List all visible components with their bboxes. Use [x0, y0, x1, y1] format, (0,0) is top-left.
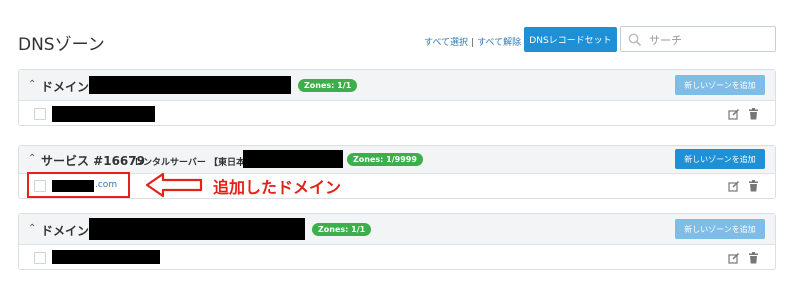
zone-row: .com — [19, 174, 775, 200]
collapse-caret-icon[interactable]: ⌃ — [28, 153, 36, 164]
arrow-left-icon — [145, 172, 203, 202]
search-input[interactable]: サーチ — [649, 32, 682, 48]
dns-record-set-button[interactable]: DNSレコードセット — [524, 27, 617, 52]
zone-row — [19, 245, 775, 271]
add-new-zone-button[interactable]: 新しいゾーンを追加 — [675, 219, 765, 239]
collapse-caret-icon[interactable]: ⌃ — [28, 223, 36, 234]
row-actions — [728, 252, 759, 264]
panel-header[interactable]: ⌃ ドメイン Zones: 1/1 新しいゾーンを追加 — [19, 214, 775, 245]
page-title: DNSゾーン — [18, 35, 105, 55]
redacted-domain-name — [89, 218, 305, 240]
deselect-all-link[interactable]: すべて解除 — [477, 38, 521, 48]
panel-title: サービス #16679 — [41, 154, 145, 168]
zone-row — [19, 101, 775, 127]
zone-panel-service: ⌃ サービス #16679 レンタルサーバー 【東日本】 Zones: 1/99… — [18, 145, 776, 199]
redacted-zone-name — [52, 250, 160, 264]
trash-icon[interactable] — [748, 252, 759, 264]
collapse-caret-icon[interactable]: ⌃ — [28, 79, 36, 90]
row-actions — [728, 180, 759, 192]
add-new-zone-button[interactable]: 新しいゾーンを追加 — [675, 149, 765, 169]
search-icon — [628, 32, 642, 51]
panel-subtitle: レンタルサーバー 【東日本】 — [134, 158, 255, 168]
zones-badge: Zones: 1/1 — [312, 223, 372, 236]
select-all-link[interactable]: すべて選択 — [424, 38, 468, 48]
panel-header[interactable]: ⌃ ドメイン Zones: 1/1 新しいゾーンを追加 — [19, 70, 775, 101]
zones-badge: Zones: 1/1 — [298, 79, 358, 92]
panel-title: ドメイン — [41, 80, 90, 94]
zone-checkbox[interactable] — [34, 108, 46, 120]
edit-icon[interactable] — [728, 108, 740, 120]
trash-icon[interactable] — [748, 108, 759, 120]
link-separator: | — [471, 38, 475, 48]
add-new-zone-button[interactable]: 新しいゾーンを追加 — [675, 75, 765, 95]
annotation-text: 追加したドメイン — [213, 178, 342, 197]
edit-icon[interactable] — [728, 180, 740, 192]
redacted-zone-name — [52, 106, 155, 122]
panel-header[interactable]: ⌃ サービス #16679 レンタルサーバー 【東日本】 Zones: 1/99… — [19, 146, 775, 174]
trash-icon[interactable] — [748, 180, 759, 192]
zone-panel-domain-1: ⌃ ドメイン Zones: 1/1 新しいゾーンを追加 — [18, 69, 776, 126]
zone-checkbox[interactable] — [34, 252, 46, 264]
redacted-domain-name — [89, 76, 291, 94]
redacted-service-name — [243, 150, 343, 168]
search-box[interactable]: サーチ — [620, 26, 776, 52]
selection-links: すべて選択 | すべて解除 — [424, 35, 521, 48]
zones-badge: Zones: 1/9999 — [347, 153, 423, 166]
panel-title: ドメイン — [41, 224, 90, 238]
annotation-highlight-box — [27, 172, 130, 198]
row-actions — [728, 108, 759, 120]
zone-panel-domain-2: ⌃ ドメイン Zones: 1/1 新しいゾーンを追加 — [18, 213, 776, 270]
edit-icon[interactable] — [728, 252, 740, 264]
